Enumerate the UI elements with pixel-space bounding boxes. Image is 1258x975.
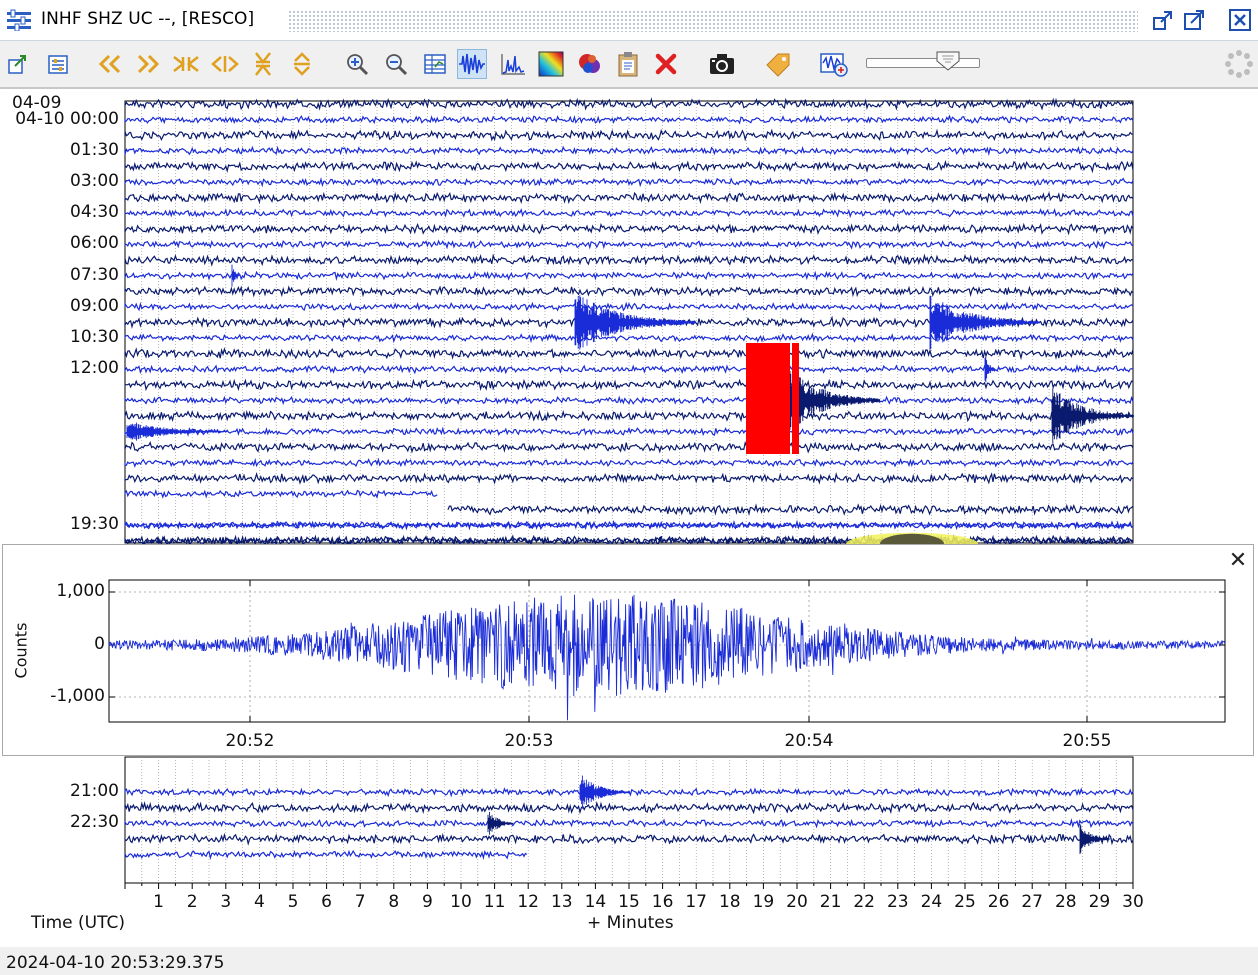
- minute-tick-label: 28: [1054, 892, 1077, 912]
- minute-tick-label: 29: [1088, 892, 1111, 912]
- gain-slider-thumb[interactable]: [936, 51, 960, 71]
- y-tick-label: 1,000: [56, 581, 105, 601]
- minute-tick-label: 14: [584, 892, 607, 912]
- helicorder-plot[interactable]: [0, 89, 1258, 947]
- row-time-label: 10:30: [70, 327, 119, 347]
- x-tick-label: 20:54: [784, 731, 834, 751]
- compress-horizontal-icon[interactable]: [171, 49, 201, 79]
- event-marker-red[interactable]: [746, 343, 790, 454]
- minute-tick-label: 27: [1021, 892, 1043, 912]
- row-time-label: 04:30: [70, 202, 119, 223]
- particle-motion-icon[interactable]: [575, 49, 605, 79]
- minute-tick-label: 2: [186, 892, 198, 912]
- minute-tick-label: 22: [853, 892, 875, 912]
- expand-horizontal-icon[interactable]: [210, 49, 240, 79]
- filter-icon[interactable]: [819, 49, 849, 79]
- minute-tick-label: 13: [550, 892, 573, 912]
- minute-tick-label: 5: [287, 892, 299, 912]
- minute-tick-label: 3: [220, 892, 232, 912]
- row-time-label: 01:30: [70, 139, 119, 160]
- y-tick-label: 0: [94, 634, 105, 654]
- minutes-axis-label: + Minutes: [587, 913, 674, 933]
- minute-tick-label: 20: [786, 892, 808, 912]
- minute-tick-label: 9: [421, 892, 433, 912]
- minute-tick-label: 1: [153, 892, 164, 912]
- export-icon[interactable]: [3, 49, 33, 79]
- window-title: INHF SHZ UC --, [RESCO]: [41, 9, 255, 29]
- row-time-label: 09:00: [70, 295, 119, 316]
- zoom-in-icon[interactable]: [342, 49, 372, 79]
- helicorder-panel[interactable]: 04-09 04-10 00:00 01:30 03:00 04:30 06:00 07:3…: [0, 88, 1258, 948]
- compress-vertical-icon[interactable]: [248, 49, 278, 79]
- minute-tick-label: 25: [954, 892, 976, 912]
- time-axis-label: Time (UTC): [31, 913, 125, 933]
- gain-slider-track[interactable]: [866, 58, 980, 68]
- waveform-icon[interactable]: [457, 49, 487, 79]
- minute-tick-label: 18: [718, 892, 741, 912]
- helicorder-app-icon: [6, 9, 32, 32]
- row-time-label: 22:30: [70, 812, 119, 833]
- table-icon[interactable]: [420, 49, 450, 79]
- minute-tick-label: 16: [651, 892, 674, 912]
- minute-tick-label: 21: [819, 892, 842, 912]
- row-time-label: 19:30: [70, 514, 119, 535]
- minute-tick-label: 11: [483, 892, 506, 912]
- clipboard-icon[interactable]: [613, 49, 643, 79]
- minute-tick-label: 6: [321, 892, 332, 912]
- settings-icon[interactable]: [43, 49, 73, 79]
- y-tick-label: -1,000: [50, 686, 105, 706]
- x-axis-ticks: [124, 883, 1134, 889]
- x-tick-label: 20:55: [1062, 731, 1112, 751]
- tag-icon[interactable]: [763, 49, 793, 79]
- zoom-waveform-plot[interactable]: [3, 545, 1253, 755]
- title-bar: INHF SHZ UC --, [RESCO]: [0, 0, 1258, 41]
- cursor-time: 2024-04-10 20:53:29.375: [6, 953, 225, 973]
- camera-icon[interactable]: [707, 49, 737, 79]
- row-time-label: 21:00: [70, 781, 119, 802]
- minute-tick-label: 23: [886, 892, 909, 912]
- gain-slider[interactable]: [866, 51, 980, 71]
- x-tick-label: 20:52: [225, 731, 275, 751]
- x-tick-label: 20:53: [504, 731, 554, 751]
- row-time-label: 07:30: [70, 264, 119, 285]
- scroll-forward-fast-icon[interactable]: [133, 49, 163, 79]
- row-time-label: 06:00: [70, 233, 119, 254]
- minute-tick-label: 15: [618, 892, 640, 912]
- zoom-out-icon[interactable]: [381, 49, 411, 79]
- remove-icon[interactable]: [651, 49, 681, 79]
- minute-tick-label: 7: [354, 892, 366, 912]
- event-marker-red[interactable]: [792, 343, 799, 454]
- minute-tick-label: 8: [388, 892, 400, 912]
- minute-tick-label: 12: [517, 892, 539, 912]
- loading-spinner-icon: [1225, 50, 1253, 78]
- minute-tick-label: 26: [987, 892, 1010, 912]
- minute-tick-label: 19: [752, 892, 775, 912]
- spectrogram-icon[interactable]: [536, 49, 566, 79]
- minute-tick-label: 24: [920, 892, 943, 912]
- status-bar: 2024-04-10 20:53:29.375: [0, 947, 1258, 975]
- minute-tick-label: 10: [450, 892, 472, 912]
- zoom-waveform-panel[interactable]: ✕ Counts 1,000 0 -1,000 20:52 20:53 20:54 20:5…: [2, 544, 1254, 756]
- spectrum-icon[interactable]: [498, 49, 528, 79]
- row-time-label: 03:00: [70, 171, 119, 191]
- popout-icon[interactable]: [1182, 8, 1206, 32]
- title-drag-handle[interactable]: [288, 10, 1138, 32]
- minute-tick-label: 17: [685, 892, 707, 912]
- minute-tick-label: 30: [1122, 892, 1144, 912]
- row-time-label: 04-10 00:00: [15, 108, 119, 129]
- minute-tick-label: 4: [253, 892, 265, 912]
- undock-icon[interactable]: [1151, 8, 1175, 32]
- toolbar: [0, 41, 1258, 88]
- scroll-back-fast-icon[interactable]: [95, 49, 125, 79]
- expand-vertical-icon[interactable]: [287, 49, 317, 79]
- close-icon[interactable]: [1228, 8, 1252, 32]
- row-time-label: 12:00: [70, 358, 119, 379]
